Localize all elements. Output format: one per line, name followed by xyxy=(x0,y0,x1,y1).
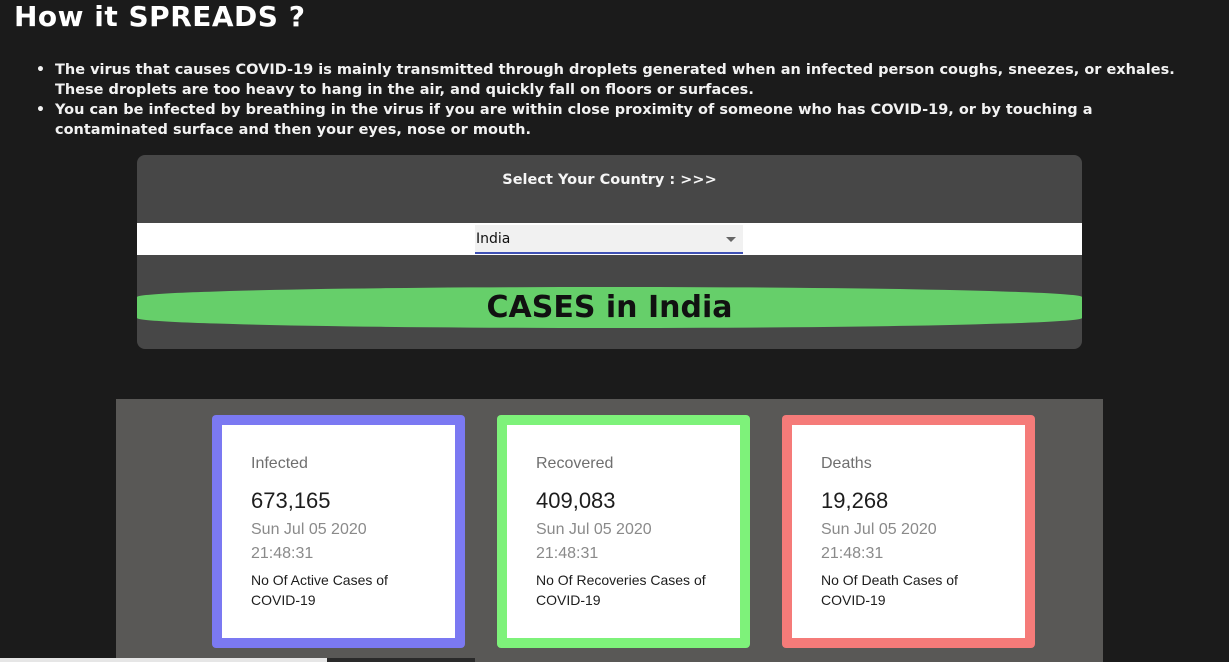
card-time: 21:48:31 xyxy=(821,545,884,562)
card-description: No Of Death Cases of COVID-19 xyxy=(821,572,958,608)
card-body: Recovered 409,083 Sun Jul 05 2020 21:48:… xyxy=(507,425,740,638)
card-description: No Of Recoveries Cases of COVID-19 xyxy=(536,572,706,608)
card-label: Infected xyxy=(251,455,308,472)
spread-info-list: The virus that causes COVID-19 is mainly… xyxy=(36,60,1186,140)
stats-panel: Infected 673,165 Sun Jul 05 2020 21:48:3… xyxy=(116,399,1103,662)
card-description: No Of Active Cases of COVID-19 xyxy=(251,572,388,608)
select-strip: India xyxy=(137,223,1082,255)
card-date: Sun Jul 05 2020 xyxy=(251,521,367,538)
card-date: Sun Jul 05 2020 xyxy=(821,521,937,538)
card-date: Sun Jul 05 2020 xyxy=(536,521,652,538)
card-time: 21:48:31 xyxy=(536,545,599,562)
recovered-card: Recovered 409,083 Sun Jul 05 2020 21:48:… xyxy=(497,415,750,648)
select-country-label: Select Your Country : >>> xyxy=(502,172,717,188)
spread-info-item: The virus that causes COVID-19 is mainly… xyxy=(36,60,1186,100)
infected-card: Infected 673,165 Sun Jul 05 2020 21:48:3… xyxy=(212,415,465,648)
country-selector-panel: Select Your Country : >>> India CASES in… xyxy=(137,155,1082,349)
card-count: 19,268 xyxy=(821,488,889,513)
country-select[interactable]: India xyxy=(475,225,743,254)
card-time: 21:48:31 xyxy=(251,545,314,562)
card-count: 409,083 xyxy=(536,488,616,513)
chevron-down-icon[interactable] xyxy=(726,237,736,242)
spread-info-item: You can be infected by breathing in the … xyxy=(36,100,1186,140)
card-label: Recovered xyxy=(536,455,614,472)
horizontal-scrollbar-thumb[interactable] xyxy=(0,658,327,662)
cases-banner: CASES in India xyxy=(137,287,1082,328)
page-title: How it SPREADS ? xyxy=(14,0,306,33)
card-body: Deaths 19,268 Sun Jul 05 2020 21:48:31 N… xyxy=(792,425,1025,638)
country-select-value: India xyxy=(476,231,511,247)
card-body: Infected 673,165 Sun Jul 05 2020 21:48:3… xyxy=(222,425,455,638)
card-label: Deaths xyxy=(821,455,872,472)
card-count: 673,165 xyxy=(251,488,331,513)
deaths-card: Deaths 19,268 Sun Jul 05 2020 21:48:31 N… xyxy=(782,415,1035,648)
